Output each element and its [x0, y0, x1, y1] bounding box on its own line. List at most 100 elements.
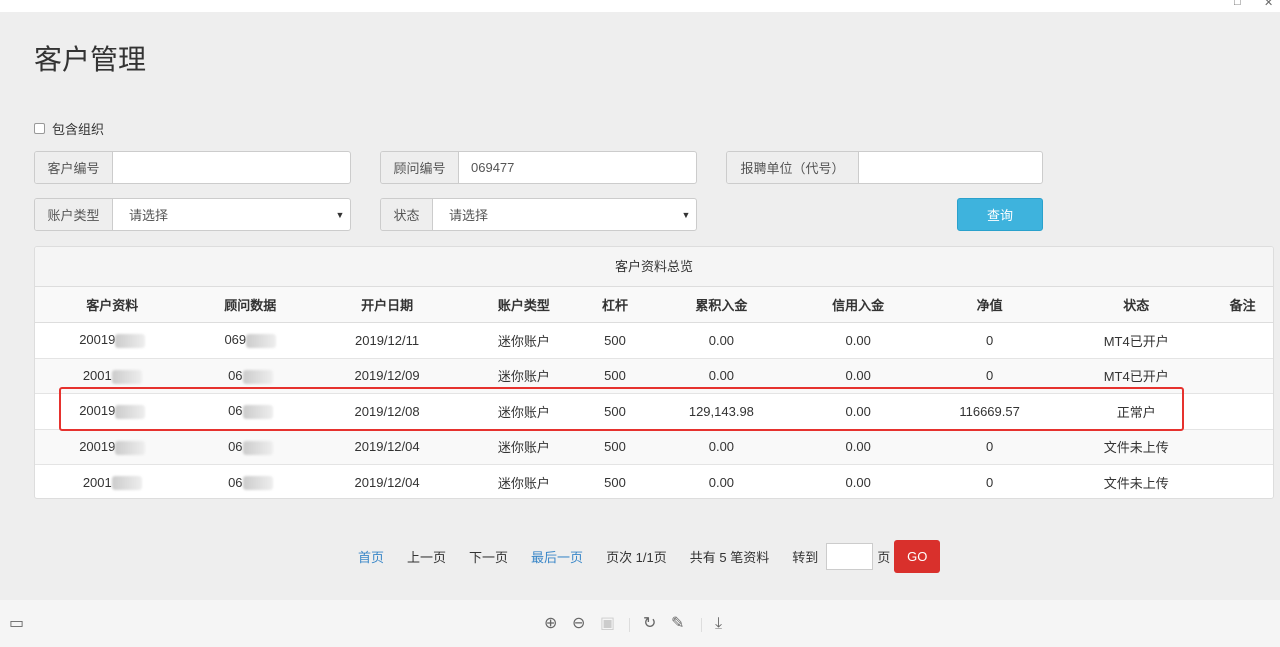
- table-cell: [1212, 357, 1273, 394]
- table-cell: 0.00: [645, 464, 798, 498]
- window-titlebar: □ ✕: [0, 0, 1280, 12]
- cell-text: 20019: [79, 332, 116, 348]
- zoom-out-icon[interactable]: ⊖: [572, 616, 585, 632]
- last-page-link[interactable]: 最后一页: [531, 547, 583, 566]
- cell-text: 500: [604, 403, 626, 419]
- redacted-blur: [242, 440, 273, 455]
- table-cell: 0: [918, 357, 1061, 394]
- cell-text: 2019/12/09: [354, 368, 420, 384]
- download-icon[interactable]: ⤓: [715, 616, 722, 632]
- first-page-link[interactable]: 首页: [358, 547, 384, 566]
- table-cell: 500: [584, 464, 646, 498]
- go-button[interactable]: GO: [894, 540, 941, 573]
- status-select[interactable]: 状态 请选择 ▼: [380, 198, 697, 231]
- pagination: 首页 上一页 下一页 最后一页 页次 1/1页 共有 5 笔资料 转到 页 GO: [358, 540, 941, 573]
- cell-text: 0: [985, 332, 994, 348]
- table-row[interactable]: 20019 06 2019/12/08 迷你账户 500 129,143.98 0.00 11…: [35, 393, 1273, 429]
- goto-page-input[interactable]: [826, 543, 874, 570]
- table-cell: 129,143.98: [645, 393, 798, 429]
- total-records: 共有 5 笔资料: [689, 550, 770, 565]
- cell-text: 0: [985, 439, 994, 455]
- table-cell: 迷你账户: [463, 357, 585, 394]
- close-icon[interactable]: ✕: [1264, 0, 1273, 9]
- chevron-down-icon[interactable]: ▼: [676, 199, 696, 230]
- cell-text: 500: [604, 439, 626, 455]
- checkbox-box[interactable]: [34, 123, 45, 134]
- cell-text: 迷你账户: [497, 440, 550, 456]
- redacted-blur: [242, 405, 273, 420]
- include-org-checkbox[interactable]: 包含组织: [34, 119, 104, 138]
- edit-pencil-icon[interactable]: ✎: [671, 616, 684, 632]
- cell-text: 0.00: [845, 368, 871, 384]
- cell-text: 116669.57: [959, 403, 1020, 419]
- rotate-icon[interactable]: ↻: [643, 616, 656, 632]
- table-cell: 0.00: [797, 464, 919, 498]
- column-header: 账户类型: [463, 287, 585, 323]
- table-cell: 06: [189, 357, 312, 394]
- table-cell: [1212, 464, 1273, 498]
- table-cell: 0: [918, 322, 1061, 358]
- advisor-no-field[interactable]: 顾问编号 069477: [380, 151, 697, 184]
- cell-text: 2019/12/11: [355, 332, 420, 348]
- column-header: 杠杆: [584, 287, 646, 323]
- query-button[interactable]: 查询: [957, 198, 1043, 231]
- zoom-in-icon[interactable]: ⊕: [544, 616, 557, 632]
- redacted-blur: [111, 369, 142, 384]
- panel-toggle-icon[interactable]: ▭: [9, 616, 24, 632]
- table-cell: 20019: [35, 428, 190, 465]
- unit-field[interactable]: 报聘单位（代号）: [726, 151, 1043, 184]
- include-org-label: 包含组织: [52, 122, 105, 137]
- cell-text: 500: [604, 368, 626, 384]
- table-cell: [1212, 322, 1273, 358]
- cell-text: MT4已开户: [1103, 333, 1169, 349]
- cell-text: 129,143.98: [688, 403, 754, 419]
- column-header: 信用入金: [797, 287, 919, 323]
- status-value[interactable]: 请选择: [433, 199, 676, 230]
- cell-text: 迷你账户: [497, 476, 550, 491]
- table-cell: 2001: [35, 464, 190, 498]
- redacted-blur: [242, 369, 273, 384]
- chevron-down-icon[interactable]: ▼: [330, 199, 350, 230]
- cell-text: 20019: [79, 438, 116, 454]
- account-type-value[interactable]: 请选择: [113, 199, 330, 230]
- customer-overview-panel: 客户资料总览 客户资料 顾问数据 开户日期 账户类型 杠杆 累积入金 信用入金 净值 状态 备注 …: [34, 246, 1274, 499]
- table-cell: 迷你账户: [463, 393, 585, 429]
- table-cell: 0.00: [645, 428, 798, 465]
- customer-no-field[interactable]: 客户编号: [34, 151, 351, 184]
- table-row[interactable]: 20019 069 2019/12/11 迷你账户 500 0.00 0.00 0 MT4已开户: [35, 322, 1273, 358]
- table-row[interactable]: 2001 06 2019/12/09 迷你账户 500 0.00 0.00 0 MT4已开户: [35, 357, 1273, 394]
- table-cell: 06: [189, 464, 312, 498]
- cell-text: 文件未上传: [1103, 476, 1169, 491]
- cell-text: 0.00: [845, 332, 871, 348]
- viewer-toolbar: ▭ ⊕ ⊖ ▣ ↻ ✎ ⤓: [0, 600, 1280, 647]
- table-cell: 2019/12/04: [311, 464, 464, 498]
- page-unit-label: 页: [877, 550, 891, 565]
- cell-text: 500: [604, 475, 626, 490]
- table-cell: 0.00: [797, 428, 919, 465]
- table-row[interactable]: 2001 06 2019/12/04 迷你账户 500 0.00 0.00 0 文件未上传: [35, 464, 1273, 498]
- cell-text: 0.00: [845, 403, 871, 419]
- advisor-no-input[interactable]: 069477: [459, 152, 696, 183]
- table-row[interactable]: 20019 06 2019/12/04 迷你账户 500 0.00 0.00 0 文件未上传: [35, 428, 1273, 465]
- table-cell: [1212, 428, 1273, 465]
- prev-page-link[interactable]: 上一页: [407, 547, 446, 566]
- next-page-link[interactable]: 下一页: [469, 547, 508, 566]
- maximize-icon[interactable]: □: [1234, 0, 1241, 8]
- table-cell: 2019/12/04: [311, 428, 464, 465]
- customer-table: 客户资料 顾问数据 开户日期 账户类型 杠杆 累积入金 信用入金 净值 状态 备注 20019 06…: [35, 287, 1273, 498]
- cell-text: 0: [985, 368, 994, 384]
- unit-input[interactable]: [859, 152, 1042, 183]
- cell-text: 20019: [79, 403, 116, 419]
- column-header: 备注: [1212, 287, 1273, 323]
- fit-page-icon[interactable]: ▣: [600, 616, 615, 632]
- panel-title: 客户资料总览: [35, 247, 1273, 287]
- table-cell: 0: [918, 428, 1061, 465]
- customer-no-input[interactable]: [113, 152, 350, 183]
- cell-text: MT4已开户: [1103, 369, 1169, 385]
- account-type-select[interactable]: 账户类型 请选择 ▼: [34, 198, 351, 231]
- table-cell: 迷你账户: [463, 322, 585, 358]
- table-cell: 2001: [35, 357, 190, 394]
- advisor-no-label: 顾问编号: [381, 152, 459, 183]
- table-cell: 0.00: [645, 322, 798, 358]
- status-label: 状态: [381, 199, 433, 230]
